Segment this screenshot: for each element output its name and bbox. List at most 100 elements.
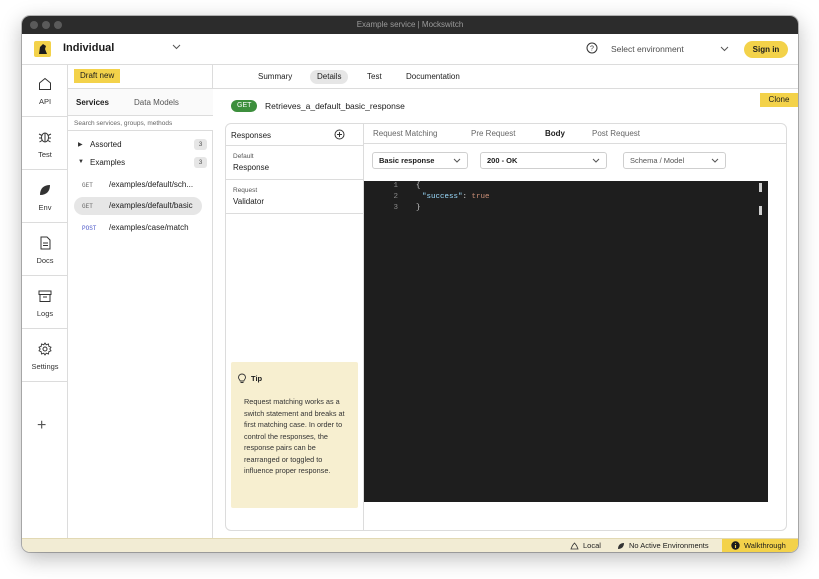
tip-title: Tip — [251, 374, 263, 383]
cloud-icon — [570, 542, 579, 550]
endpoint-item[interactable]: POST /examples/case/match — [74, 219, 202, 237]
workspace-selector[interactable]: Individual — [63, 42, 114, 54]
top-bar: Individual ? Select environment Sign in — [22, 34, 798, 65]
tab-details[interactable]: Details — [310, 70, 349, 84]
code-line: 3 } — [364, 204, 768, 215]
tab-summary[interactable]: Summary — [251, 70, 299, 84]
status-bar: Local No Active Environments Walkthrough — [22, 538, 798, 552]
response-name: Response — [233, 163, 270, 172]
line-number: 2 — [393, 193, 398, 201]
chevron-down-icon — [711, 158, 719, 163]
group-assorted[interactable]: ▶ Assorted 3 — [74, 138, 207, 152]
app-window: Example service | Mockswitch Individual … — [22, 16, 798, 552]
schema-select[interactable]: Schema / Model — [623, 152, 726, 169]
clone-button[interactable]: Clone — [760, 93, 798, 107]
gear-icon — [38, 342, 52, 356]
add-button[interactable]: + — [37, 417, 46, 435]
rail-label: Settings — [31, 362, 59, 371]
local-status[interactable]: Local — [583, 541, 601, 550]
status-select-value: 200 - OK — [487, 156, 518, 165]
logo-icon — [39, 44, 47, 54]
responses-header: Responses — [226, 124, 364, 146]
method-label: GET — [82, 203, 93, 210]
rail-label: Test — [38, 150, 52, 159]
scrollbar-marker — [759, 183, 762, 192]
response-subtabs: Request Matching Pre Request Body Post R… — [364, 124, 786, 144]
response-type: Request — [233, 187, 258, 194]
home-icon — [39, 77, 51, 90]
title-bar: Example service | Mockswitch — [22, 16, 798, 34]
chevron-down-icon — [453, 158, 461, 163]
services-tabs: Services Data Models — [68, 88, 213, 116]
rail-item-docs[interactable]: Docs — [22, 224, 68, 276]
rail-label: API — [38, 97, 52, 106]
response-name: Validator — [233, 197, 264, 206]
document-icon — [40, 236, 51, 250]
endpoint-item-selected[interactable]: GET /examples/default/basic — [74, 197, 202, 215]
rail-label: Logs — [36, 309, 54, 318]
tab-pre-request[interactable]: Pre Request — [471, 129, 515, 138]
tip-box: Tip Request matching works as a switch s… — [231, 362, 358, 508]
rail-label: Docs — [36, 256, 54, 265]
main-tabs: Summary Details Test Documentation — [213, 65, 798, 89]
services-search-input[interactable]: Search services, groups, methods — [68, 116, 213, 131]
rail-item-settings[interactable]: Settings — [22, 330, 68, 382]
json-key: "success" — [422, 193, 463, 201]
app-logo — [34, 41, 51, 57]
bug-icon — [38, 132, 52, 143]
response-editor: Responses Default Response Request Valid… — [225, 123, 787, 531]
sign-in-button[interactable]: Sign in — [744, 41, 788, 58]
code-editor[interactable]: 1 { 2 "success": true 3 } — [364, 181, 768, 502]
body-editor-column: Request Matching Pre Request Body Post R… — [364, 124, 786, 530]
response-select[interactable]: Basic response — [372, 152, 468, 169]
lightbulb-icon — [238, 373, 246, 383]
rail-item-api[interactable]: API — [22, 65, 68, 117]
chevron-down-icon — [592, 158, 600, 163]
response-item-request[interactable]: Request Validator — [226, 180, 364, 214]
rail-item-test[interactable]: Test — [22, 118, 68, 170]
main-panel: Summary Details Test Documentation GET R… — [213, 65, 798, 538]
endpoint-path: /examples/case/match — [109, 223, 189, 232]
services-panel: Draft new Services Data Models Search se… — [68, 65, 213, 538]
response-item-default[interactable]: Default Response — [226, 146, 364, 180]
method-label: GET — [82, 182, 93, 189]
environments-status[interactable]: No Active Environments — [629, 541, 709, 550]
help-icon[interactable]: ? — [586, 42, 598, 54]
info-icon — [731, 541, 740, 550]
code-line: 1 { — [364, 182, 768, 193]
code-text: } — [416, 204, 421, 212]
response-select-value: Basic response — [379, 156, 435, 165]
json-value: true — [471, 193, 490, 201]
tab-request-matching[interactable]: Request Matching — [373, 129, 437, 138]
tab-post-request[interactable]: Post Request — [592, 129, 640, 138]
tab-services[interactable]: Services — [76, 98, 109, 107]
status-select[interactable]: 200 - OK — [480, 152, 607, 169]
tab-data-models[interactable]: Data Models — [134, 98, 179, 107]
chevron-down-icon[interactable] — [720, 46, 729, 52]
json-sep: : — [462, 193, 472, 201]
tab-test[interactable]: Test — [360, 70, 389, 84]
endpoint-path: /examples/default/sch... — [109, 180, 194, 189]
line-number: 1 — [393, 182, 398, 190]
group-examples[interactable]: ▼ Examples 3 — [74, 156, 207, 170]
environment-select[interactable]: Select environment — [611, 44, 684, 54]
method-badge: GET — [231, 100, 258, 112]
tab-body[interactable]: Body — [545, 129, 565, 138]
endpoint-item[interactable]: GET /examples/default/sch... — [74, 176, 202, 194]
walkthrough-button[interactable]: Walkthrough — [722, 539, 798, 552]
draft-new-button[interactable]: Draft new — [74, 69, 121, 83]
tip-body: Request matching works as a switch state… — [244, 397, 345, 475]
scrollbar-marker — [759, 206, 762, 215]
method-label: POST — [82, 225, 97, 232]
tab-documentation[interactable]: Documentation — [399, 70, 467, 84]
schema-select-value: Schema / Model — [630, 156, 685, 165]
responses-title: Responses — [231, 131, 272, 140]
nav-rail: API Test Env Docs Logs Settings + — [22, 65, 68, 538]
response-type: Default — [233, 153, 254, 160]
rail-item-env[interactable]: Env — [22, 171, 68, 223]
svg-text:?: ? — [590, 46, 594, 53]
chevron-down-icon[interactable] — [172, 44, 181, 50]
rail-item-logs[interactable]: Logs — [22, 277, 68, 329]
caret-right-icon: ▶ — [78, 142, 83, 148]
add-response-icon[interactable] — [334, 129, 345, 140]
